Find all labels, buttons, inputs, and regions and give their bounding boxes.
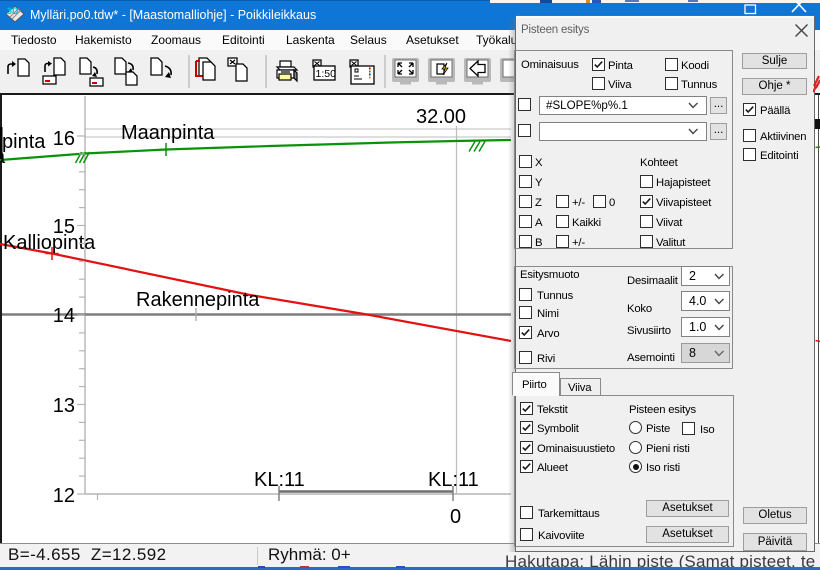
svg-text:pinta: pinta	[2, 131, 46, 153]
svg-text:15: 15	[53, 216, 75, 238]
svg-text:14: 14	[53, 305, 75, 327]
svg-text:KL:11: KL:11	[428, 469, 479, 491]
svg-text:16: 16	[53, 128, 75, 150]
svg-text:13: 13	[53, 395, 75, 417]
svg-text:Maanpinta: Maanpinta	[121, 122, 215, 144]
svg-text:12: 12	[53, 485, 75, 507]
svg-text:KL:11: KL:11	[254, 469, 305, 491]
svg-text:0: 0	[450, 506, 461, 528]
svg-text:Rakennepinta: Rakennepinta	[136, 289, 260, 311]
svg-text:32.00: 32.00	[416, 106, 466, 128]
